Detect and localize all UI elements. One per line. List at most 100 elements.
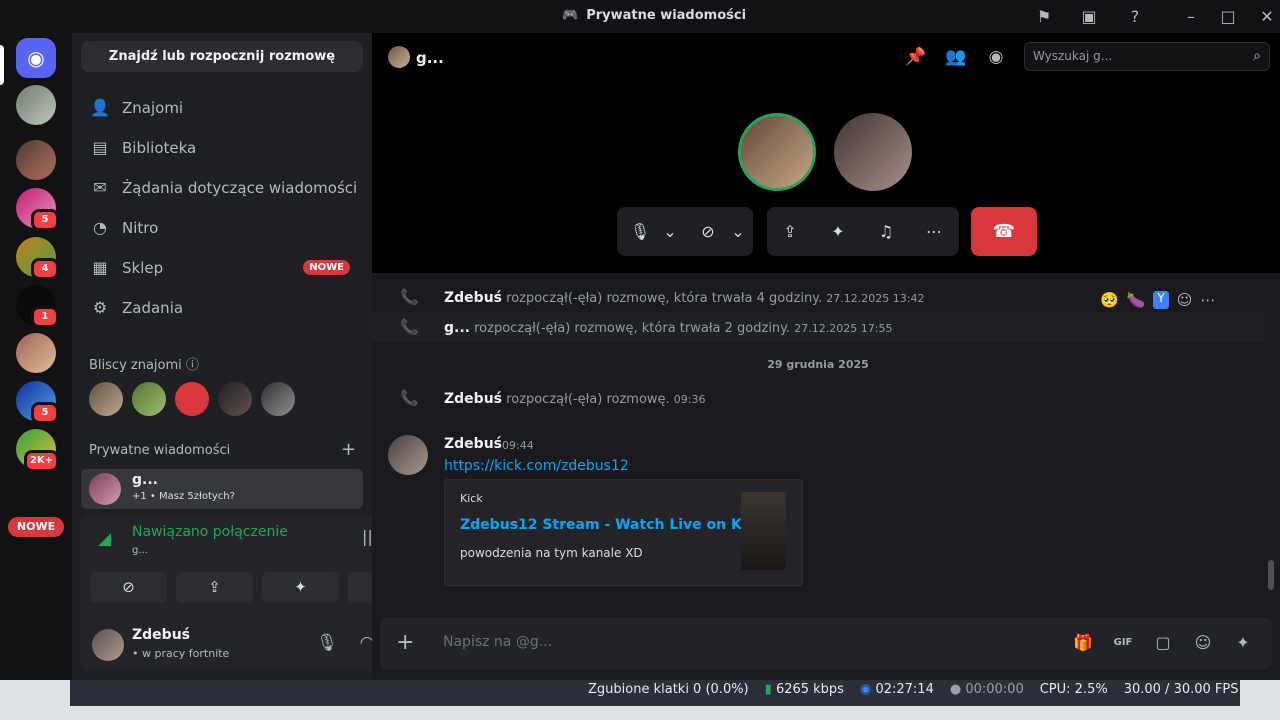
- find-conversation-button[interactable]: Znajdź lub rozpocznij rozmowę: [81, 41, 363, 72]
- flag-icon[interactable]: ⚑: [1033, 6, 1055, 28]
- nav-friends[interactable]: 👤 Znajomi: [80, 88, 364, 128]
- quests-icon: ⚙: [92, 298, 108, 317]
- attach-icon[interactable]: +: [396, 630, 414, 655]
- message-timestamp: 09:44: [502, 439, 534, 452]
- info-icon: ⓘ: [185, 358, 199, 373]
- discord-logo-icon: ◉: [16, 38, 56, 78]
- screen-share-icon[interactable]: ⇪: [777, 219, 803, 245]
- server-icon[interactable]: 1: [16, 285, 59, 328]
- title-bar: 🎮 Prywatne wiadomości ⚑ ▣ ? – □ ✕: [0, 0, 1280, 33]
- sticker-icon[interactable]: ▢: [1151, 631, 1175, 655]
- friend-avatar[interactable]: [175, 382, 209, 416]
- friend-avatar[interactable]: [132, 382, 166, 416]
- phone-icon: 📞: [400, 389, 419, 407]
- activities-icon[interactable]: ✦: [825, 219, 851, 245]
- window-title: 🎮 Prywatne wiadomości: [562, 8, 747, 23]
- message-link[interactable]: https://kick.com/zdebus12: [444, 458, 629, 474]
- call-participant-avatar[interactable]: [834, 113, 912, 191]
- minimize-button[interactable]: –: [1180, 6, 1202, 28]
- nitro-icon: ◔: [93, 218, 107, 237]
- activities-button[interactable]: ✦: [262, 572, 339, 603]
- mic-camera-controls: 🎙 ⌄ ⊘ ⌄: [617, 207, 753, 256]
- camera-off-button[interactable]: ⊘: [90, 572, 167, 603]
- add-dm-icon[interactable]: +: [341, 439, 356, 460]
- screen-share-button[interactable]: ⇪: [176, 572, 253, 603]
- discord-logo-icon: 🎮: [562, 8, 579, 23]
- obs-stats: Zgubione klatki 0 (0.0%) ▮ 6265 kbps ◉ 0…: [588, 682, 1239, 697]
- avatar[interactable]: [92, 629, 124, 661]
- search-input[interactable]: Wyszukaj g... ⌕: [1024, 42, 1270, 71]
- stream-icon: ◉: [859, 682, 872, 697]
- new-tag: NOWE: [303, 260, 350, 275]
- scrollbar[interactable]: [1268, 560, 1274, 590]
- close-button[interactable]: ✕: [1256, 6, 1278, 28]
- home-button[interactable]: ◉: [16, 38, 56, 78]
- more-icon[interactable]: ⋯: [1200, 291, 1215, 309]
- add-reaction-icon[interactable]: ☺: [1177, 291, 1193, 309]
- chevron-down-icon[interactable]: ⌄: [725, 219, 751, 245]
- help-icon[interactable]: ?: [1124, 6, 1146, 28]
- record-icon: ●: [949, 682, 962, 697]
- signal-icon: ◢: [98, 529, 112, 549]
- unread-badge: 1: [31, 306, 59, 328]
- friend-avatar[interactable]: [261, 382, 295, 416]
- message-author[interactable]: Zdebuś: [444, 436, 502, 452]
- mail-icon: ✉: [93, 178, 107, 197]
- server-rail: ◉ 5 4 1 5 2K+ NOWE: [0, 33, 72, 680]
- obs-status-bar: Zgubione klatki 0 (0.0%) ▮ 6265 kbps ◉ 0…: [0, 680, 1280, 720]
- apps-icon[interactable]: ✦: [1231, 631, 1255, 655]
- camera-off-icon[interactable]: ⊘: [695, 219, 721, 245]
- microphone-icon[interactable]: 🎙: [627, 219, 653, 245]
- maximize-button[interactable]: □: [1217, 6, 1239, 28]
- dm-item[interactable]: g... +1 • Masz 5złotych?: [81, 469, 363, 509]
- emoji-icon[interactable]: ☺: [1191, 631, 1215, 655]
- gift-icon[interactable]: 🎁: [1071, 631, 1095, 655]
- soundboard-icon[interactable]: ♫: [873, 219, 899, 245]
- pin-icon[interactable]: 📌: [904, 45, 928, 69]
- emoji-reaction-icon[interactable]: 🍆: [1127, 291, 1146, 309]
- server-icon[interactable]: [16, 333, 56, 373]
- dm-heading: Prywatne wiadomości: [89, 443, 231, 458]
- server-icon[interactable]: 5: [16, 188, 59, 231]
- profile-icon[interactable]: ◉: [984, 45, 1008, 69]
- nav-nitro[interactable]: ◔ Nitro: [80, 208, 364, 248]
- phone-icon: 📞: [400, 288, 419, 306]
- add-friend-icon[interactable]: 👥: [944, 45, 968, 69]
- nav-quests[interactable]: ⚙ Zadania: [80, 288, 364, 328]
- avatar[interactable]: [388, 435, 428, 475]
- signal-bars-icon: ▮: [764, 682, 772, 697]
- call-participant-avatar[interactable]: [738, 113, 816, 191]
- server-icon[interactable]: 5: [16, 381, 59, 424]
- avatar: [388, 46, 410, 68]
- library-icon: ▤: [92, 138, 108, 157]
- server-icon[interactable]: 4: [16, 237, 59, 280]
- embed-thumbnail[interactable]: [741, 492, 786, 570]
- message-composer[interactable]: + Napisz na @g... 🎁 GIF ▢ ☺ ✦: [380, 617, 1272, 669]
- date-divider: 29 grudnia 2025: [767, 358, 869, 371]
- server-icon[interactable]: [16, 140, 56, 180]
- gif-icon[interactable]: GIF: [1111, 631, 1135, 655]
- friend-avatar[interactable]: [218, 382, 252, 416]
- screen-share-icon[interactable]: ▣: [1078, 6, 1100, 28]
- call-area: g... 📌 👥 ◉ Wyszukaj g... ⌕ 🎙 ⌄ ⊘ ⌄ ⇪ ✦ ♫ …: [372, 33, 1280, 273]
- server-icon[interactable]: 2K+: [16, 429, 59, 472]
- channel-name: g...: [416, 49, 444, 67]
- nav-message-requests[interactable]: ✉ Żądania dotyczące wiadomości: [80, 168, 364, 208]
- chevron-down-icon[interactable]: ⌄: [657, 219, 683, 245]
- hang-up-button[interactable]: ☎: [971, 207, 1037, 256]
- emoji-reaction-icon[interactable]: 🥺: [1100, 291, 1119, 309]
- nav-library[interactable]: ▤ Biblioteka: [80, 128, 364, 168]
- friend-avatar[interactable]: [89, 382, 123, 416]
- new-badge[interactable]: NOWE: [8, 517, 64, 537]
- nav-shop[interactable]: ▦ Sklep NOWE: [80, 248, 364, 288]
- emoji-reaction-icon[interactable]: Y: [1153, 291, 1169, 309]
- more-icon[interactable]: ⋯: [921, 219, 947, 245]
- call-actions: ⇪ ✦ ♫ ⋯: [767, 207, 959, 256]
- unread-badge: 4: [31, 258, 59, 280]
- unread-badge: 2K+: [23, 450, 59, 472]
- phone-icon: 📞: [400, 318, 419, 336]
- embed-title-link[interactable]: Zdebus12 Stream - Watch Live on Kick: [460, 517, 764, 533]
- dm-avatar[interactable]: [16, 85, 56, 125]
- microphone-icon[interactable]: 🎙: [315, 631, 339, 655]
- search-icon: ⌕: [1253, 48, 1261, 64]
